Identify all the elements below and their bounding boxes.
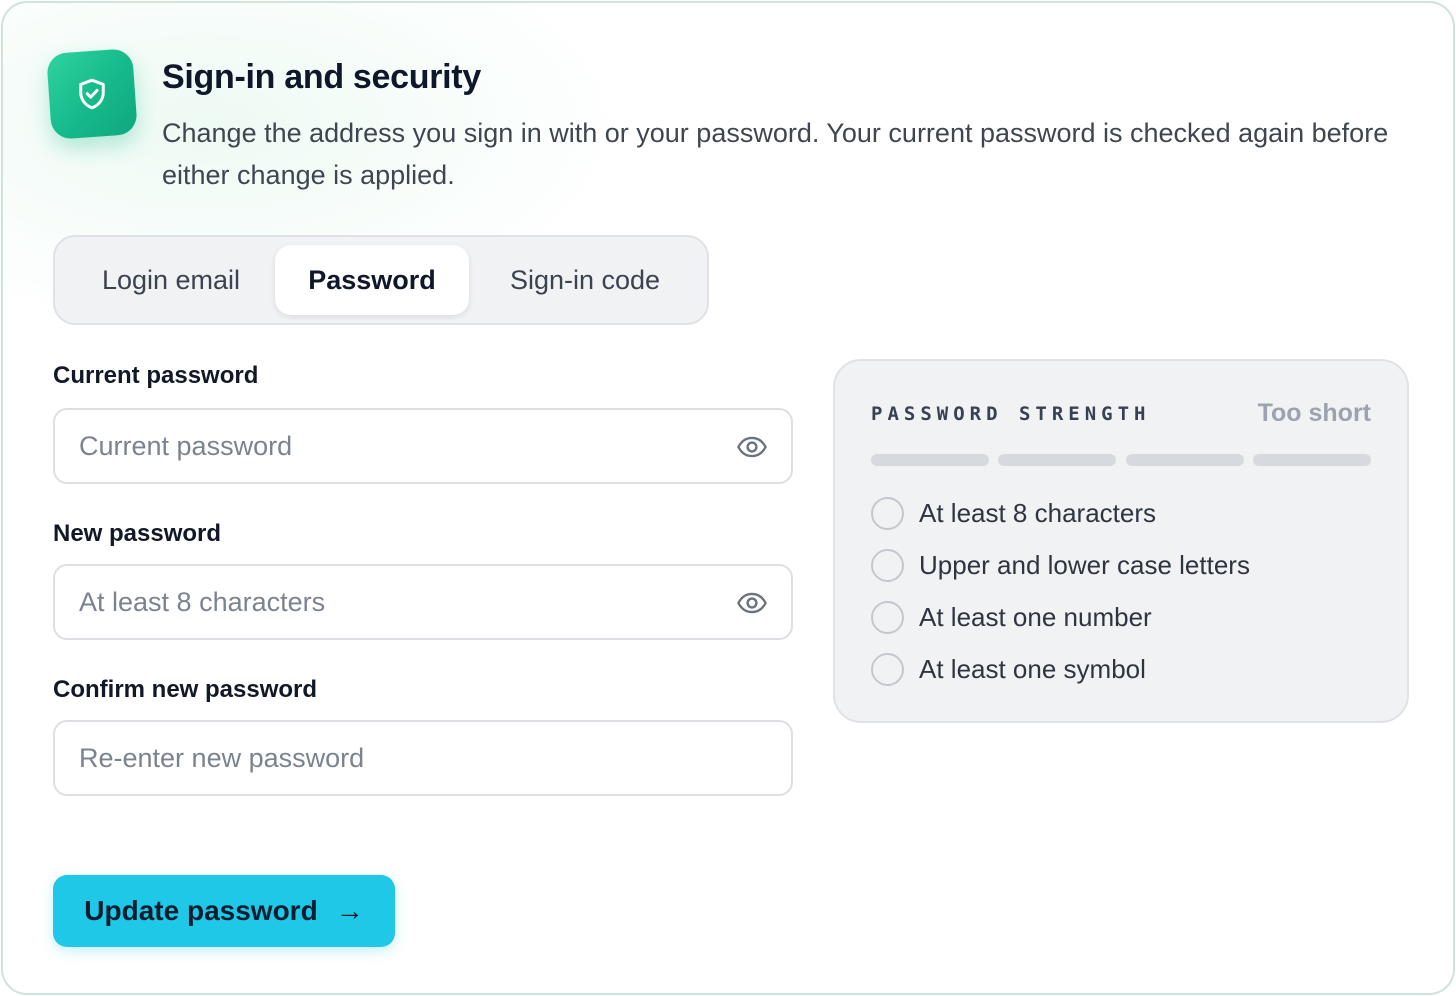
- rule-text: At least one symbol: [919, 654, 1146, 684]
- tab-bar: Login email Password Sign-in code: [53, 235, 709, 325]
- confirm-password-field: [53, 720, 793, 796]
- current-password-input[interactable]: [79, 410, 719, 482]
- rule-min-length: At least 8 characters: [871, 497, 1371, 531]
- page-description: Change the address you sign in with or y…: [162, 118, 1389, 190]
- update-password-label: Update password: [84, 895, 318, 926]
- unchecked-circle-icon: [871, 601, 904, 634]
- rule-number: At least one number: [871, 601, 1371, 635]
- unchecked-circle-icon: [871, 549, 904, 582]
- eye-icon[interactable]: [735, 430, 769, 464]
- arrow-right-icon: →: [335, 895, 364, 926]
- strength-segment: [998, 454, 1116, 466]
- strength-segment: [871, 454, 989, 466]
- strength-segment: [1253, 454, 1371, 466]
- rule-text: At least 8 characters: [919, 498, 1156, 528]
- tab-login-email[interactable]: Login email: [65, 245, 277, 315]
- tab-sign-in-code[interactable]: Sign-in code: [473, 245, 697, 315]
- update-password-button[interactable]: Update password →: [53, 875, 395, 947]
- current-password-field: [53, 408, 793, 484]
- strength-segment: [1126, 454, 1244, 466]
- page-title: Sign-in and security: [162, 58, 481, 96]
- strength-status: Too short: [1257, 399, 1371, 427]
- strength-meter: [871, 454, 1371, 466]
- unchecked-circle-icon: [871, 497, 904, 530]
- unchecked-circle-icon: [871, 653, 904, 686]
- rule-text: Upper and lower case letters: [919, 550, 1250, 580]
- security-card: Sign-in and security Change the address …: [1, 1, 1455, 995]
- new-password-label: New password: [53, 520, 222, 547]
- rule-mixed-case: Upper and lower case letters: [871, 549, 1371, 583]
- new-password-field: [53, 564, 793, 640]
- password-strength-panel: PASSWORD STRENGTH Too short At least 8 c…: [833, 359, 1409, 723]
- shield-check-icon: [79, 78, 105, 110]
- tab-password[interactable]: Password: [275, 245, 469, 315]
- eye-icon[interactable]: [735, 586, 769, 620]
- strength-title: PASSWORD STRENGTH: [871, 403, 1151, 425]
- new-password-input[interactable]: [79, 566, 719, 638]
- shield-badge: [46, 48, 138, 140]
- confirm-password-label: Confirm new password: [53, 676, 318, 703]
- rule-symbol: At least one symbol: [871, 653, 1371, 687]
- current-password-label: Current password: [53, 362, 259, 389]
- confirm-password-input[interactable]: [79, 722, 719, 794]
- rule-text: At least one number: [919, 602, 1152, 632]
